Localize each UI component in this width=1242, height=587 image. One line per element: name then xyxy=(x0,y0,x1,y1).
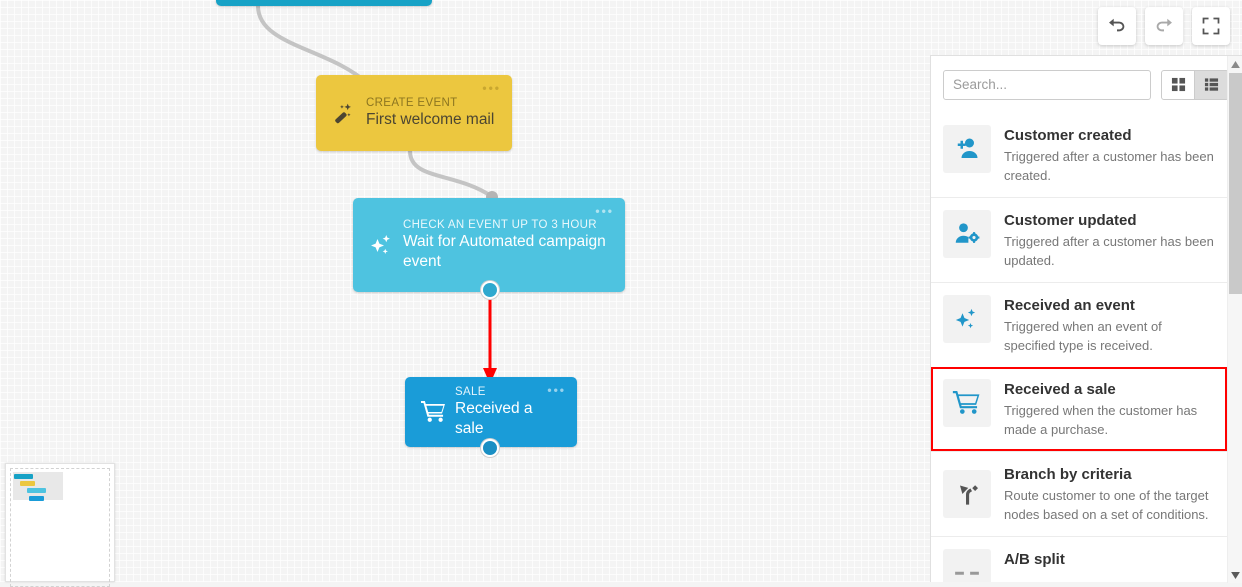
panel-scrollbar[interactable] xyxy=(1227,56,1242,583)
minimap[interactable] xyxy=(5,463,115,587)
scrollbar-thumb[interactable] xyxy=(1229,73,1242,294)
redo-icon xyxy=(1156,18,1172,32)
node-menu-icon[interactable]: ••• xyxy=(547,384,566,396)
minimap-node xyxy=(29,496,44,501)
list-item-title: Customer updated xyxy=(1004,212,1137,229)
minimap-node xyxy=(14,474,33,479)
node-kicker: CHECK AN EVENT UP TO 3 HOUR xyxy=(403,219,597,231)
redo-button[interactable] xyxy=(1145,7,1183,45)
list-item-desc: Triggered when the customer has made a p… xyxy=(1004,403,1198,437)
person-plus-icon xyxy=(943,125,991,173)
panel-header xyxy=(931,56,1242,113)
view-mode-toggle xyxy=(1161,69,1229,100)
chevron-up-icon xyxy=(1231,60,1240,68)
minimap-node xyxy=(20,481,35,486)
node-output-port-wait[interactable] xyxy=(481,281,499,299)
grid-view-button[interactable] xyxy=(1161,69,1195,100)
chevron-down-icon xyxy=(1231,571,1240,579)
node-library-list[interactable]: Customer created Triggered after a custo… xyxy=(931,113,1227,582)
node-library-panel: Customer created Triggered after a custo… xyxy=(930,55,1242,583)
list-icon xyxy=(1204,78,1219,91)
node-title: Wait for Automated campaign event xyxy=(403,233,606,270)
sparkles-icon xyxy=(943,295,991,343)
canvas-toolbar xyxy=(1098,7,1230,45)
list-item-title: Received an event xyxy=(1004,297,1135,314)
list-item-desc: Triggered after a customer has been upda… xyxy=(1004,234,1214,268)
list-item-desc: Triggered when an event of specified typ… xyxy=(1004,319,1162,353)
minimap-node xyxy=(27,488,46,493)
node-create-event[interactable]: ••• CREATE EVENT First welcome mail xyxy=(316,75,512,151)
undo-icon xyxy=(1109,18,1125,32)
sparkles-icon xyxy=(365,230,399,260)
ab-split-icon xyxy=(943,549,991,582)
node-wait-for-event[interactable]: ••• CHECK AN EVENT UP TO 3 HOUR Wait for… xyxy=(353,198,625,292)
fullscreen-button[interactable] xyxy=(1192,7,1230,45)
search-input[interactable] xyxy=(943,69,1151,100)
node-menu-icon[interactable]: ••• xyxy=(595,205,614,217)
minimap-cluster xyxy=(13,472,63,501)
list-item-title: Branch by criteria xyxy=(1004,466,1132,483)
node-kicker: CREATE EVENT xyxy=(366,97,458,109)
list-item-desc: Triggered after a customer has been crea… xyxy=(1004,149,1214,183)
person-gear-icon xyxy=(943,210,991,258)
list-item[interactable]: Received an event Triggered when an even… xyxy=(931,282,1227,367)
list-view-button[interactable] xyxy=(1195,69,1229,100)
scroll-down-button[interactable] xyxy=(1228,567,1242,583)
list-item[interactable]: A/B split xyxy=(931,536,1227,582)
list-item-title: Received a sale xyxy=(1004,381,1116,398)
list-item[interactable]: Customer updated Triggered after a custo… xyxy=(931,197,1227,282)
undo-button[interactable] xyxy=(1098,7,1136,45)
fullscreen-icon xyxy=(1202,17,1220,35)
list-item-title: A/B split xyxy=(1004,551,1065,568)
list-item[interactable]: Customer created Triggered after a custo… xyxy=(931,113,1227,197)
magic-wand-icon xyxy=(328,100,362,126)
branch-icon xyxy=(943,470,991,518)
node-received-a-sale[interactable]: ••• SALE Received a sale xyxy=(405,377,577,447)
cart-icon xyxy=(417,397,451,427)
list-item-title: Customer created xyxy=(1004,127,1132,144)
grid-icon xyxy=(1171,77,1185,92)
node-customer-subscribed[interactable]: Customer subscribed xyxy=(216,0,432,6)
cart-icon xyxy=(943,379,991,427)
node-output-port-sale[interactable] xyxy=(481,439,499,457)
list-item[interactable]: Branch by criteria Route customer to one… xyxy=(931,451,1227,536)
list-item-desc: Route customer to one of the target node… xyxy=(1004,488,1209,522)
list-item-selected[interactable]: Received a sale Triggered when the custo… xyxy=(931,367,1227,451)
node-menu-icon[interactable]: ••• xyxy=(482,82,501,94)
node-title: First welcome mail xyxy=(366,111,495,128)
scroll-up-button[interactable] xyxy=(1228,56,1242,72)
node-title: Received a sale xyxy=(455,400,533,437)
